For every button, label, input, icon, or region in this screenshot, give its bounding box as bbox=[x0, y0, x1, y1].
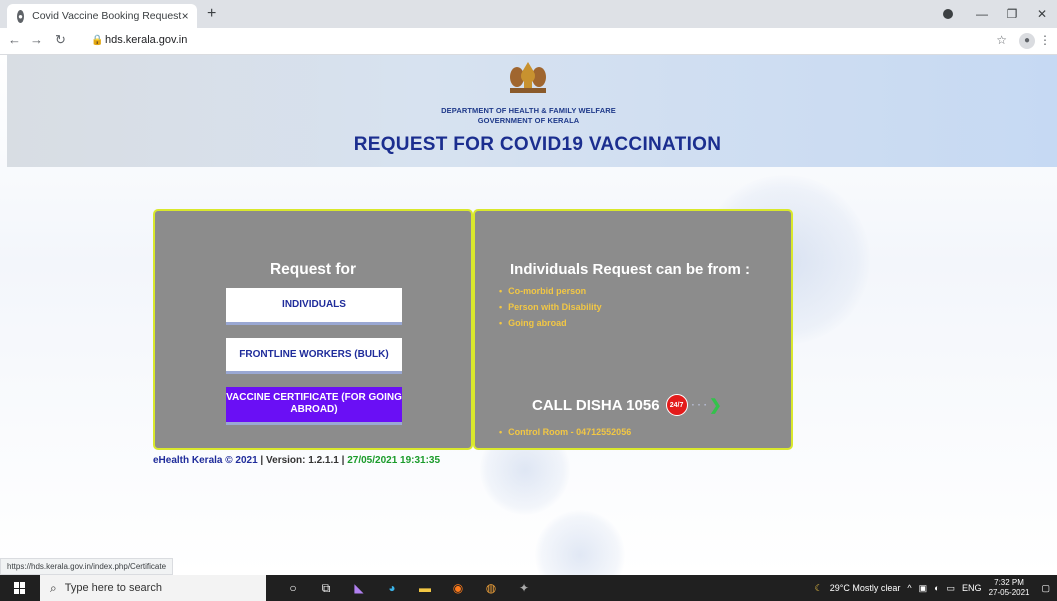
forward-arrow-icon[interactable]: → bbox=[30, 32, 43, 47]
call-disha-link[interactable]: CALL DISHA 1056 24/7 · · · ❯ bbox=[532, 394, 722, 416]
minimize-button[interactable]: — bbox=[967, 7, 997, 21]
record-icon[interactable] bbox=[943, 9, 953, 19]
page-footer: eHealth Kerala © 2021 | Version: 1.2.1.1… bbox=[153, 455, 440, 466]
kebab-menu-icon[interactable]: ⋮ bbox=[1039, 33, 1051, 47]
profile-avatar-icon[interactable]: ● bbox=[1019, 33, 1035, 49]
virus-decoration bbox=[535, 510, 625, 575]
taskbar-search-input[interactable]: ⌕ Type here to search bbox=[40, 575, 266, 601]
taskbar-clock[interactable]: 7:32 PM 27-05-2021 bbox=[989, 578, 1030, 598]
settings-icon[interactable]: ✦ bbox=[513, 578, 535, 598]
new-tab-button[interactable]: + bbox=[207, 5, 216, 23]
chevron-right-icon: ❯ bbox=[709, 397, 722, 414]
tab-title: Covid Vaccine Booking Request bbox=[32, 10, 182, 22]
footer-datetime: 27/05/2021 19:31:35 bbox=[347, 455, 441, 466]
battery-icon[interactable]: ▭ bbox=[947, 583, 956, 594]
dots-icon: · · · bbox=[691, 399, 708, 411]
eligibility-list: Co-morbid person Person with Disability … bbox=[499, 286, 602, 334]
chrome-icon[interactable]: ◍ bbox=[480, 578, 502, 598]
weather-text[interactable]: 29°C Mostly clear bbox=[830, 583, 901, 593]
window-controls: — ❐ ✕ bbox=[943, 0, 1057, 28]
maximize-button[interactable]: ❐ bbox=[997, 7, 1027, 21]
windows-start-icon[interactable] bbox=[14, 582, 26, 594]
tab-close-button[interactable]: × bbox=[181, 9, 189, 23]
government-name: GOVERNMENT OF KERALA bbox=[477, 116, 580, 125]
request-for-heading: Request for bbox=[269, 261, 357, 278]
cortana-icon[interactable]: ○ bbox=[282, 578, 304, 598]
clock-time: 7:32 PM bbox=[994, 578, 1024, 587]
control-room-number: Control Room - 04712552056 bbox=[499, 427, 631, 437]
list-item: Going abroad bbox=[499, 318, 602, 334]
lock-icon[interactable]: 🔒 bbox=[91, 35, 103, 46]
vaccine-certificate-button[interactable]: VACCINE CERTIFICATE (FOR GOING ABROAD) bbox=[226, 387, 402, 425]
footer-version: Version: 1.2.1.1 bbox=[266, 455, 339, 466]
language-indicator[interactable]: ENG bbox=[962, 583, 982, 593]
reload-icon[interactable]: ↻ bbox=[55, 32, 66, 48]
frontline-workers-button[interactable]: FRONTLINE WORKERS (BULK) bbox=[226, 338, 402, 374]
weather-icon[interactable]: ☾ bbox=[815, 583, 823, 594]
info-heading: Individuals Request can be from : bbox=[510, 261, 751, 278]
system-tray: ☾ 29°C Mostly clear ^ ▣ ◐ ▭ ENG 7:32 PM … bbox=[815, 575, 1057, 601]
info-panel: Individuals Request can be from : Co-mor… bbox=[473, 209, 793, 450]
list-item: Co-morbid person bbox=[499, 286, 602, 302]
back-arrow-icon[interactable]: ← bbox=[8, 32, 21, 47]
edge-icon[interactable]: ◕ bbox=[381, 578, 403, 598]
visual-studio-icon[interactable]: ◣ bbox=[348, 578, 370, 598]
globe-icon: ● bbox=[17, 9, 25, 23]
search-placeholder: Type here to search bbox=[64, 582, 162, 594]
url-input[interactable]: hds.kerala.gov.in bbox=[105, 34, 187, 46]
task-view-icon[interactable]: ⧉ bbox=[315, 578, 337, 598]
browser-tab-bar: ● Covid Vaccine Booking Request × + — ❐ … bbox=[0, 0, 1057, 28]
firefox-icon[interactable]: ◉ bbox=[447, 578, 469, 598]
footer-brand: eHealth Kerala © 2021 bbox=[153, 455, 258, 466]
volume-icon[interactable]: ◐ bbox=[934, 583, 939, 593]
search-icon: ⌕ bbox=[50, 580, 57, 595]
windows-taskbar: ⌕ Type here to search ○ ⧉ ◣ ◕ ▬ ◉ ◍ ✦ ☾ … bbox=[0, 575, 1057, 601]
call-disha-text: CALL DISHA 1056 bbox=[532, 396, 660, 414]
chevron-up-icon[interactable]: ^ bbox=[907, 583, 911, 593]
request-for-panel: Request for INDIVIDUALS FRONTLINE WORKER… bbox=[153, 209, 473, 450]
network-icon[interactable]: ▣ bbox=[919, 583, 928, 594]
close-window-button[interactable]: ✕ bbox=[1027, 7, 1057, 21]
kerala-emblem-icon bbox=[510, 62, 546, 93]
status-bar-url: https://hds.kerala.gov.in/index.php/Cert… bbox=[0, 558, 174, 575]
browser-tab[interactable]: ● Covid Vaccine Booking Request × bbox=[7, 4, 197, 28]
address-bar: ← → ↻ 🔒 hds.kerala.gov.in ☆ ● ⋮ bbox=[0, 28, 1057, 55]
clock-date: 27-05-2021 bbox=[988, 588, 1030, 597]
24-7-badge-icon: 24/7 bbox=[665, 394, 688, 416]
page-title: REQUEST FOR COVID19 VACCINATION bbox=[353, 134, 722, 155]
page-content: DEPARTMENT OF HEALTH & FAMILY WELFARE GO… bbox=[0, 55, 1057, 575]
notification-icon[interactable]: ▢ bbox=[1041, 583, 1050, 594]
department-name: DEPARTMENT OF HEALTH & FAMILY WELFARE bbox=[441, 106, 616, 115]
individuals-button[interactable]: INDIVIDUALS bbox=[226, 288, 402, 325]
footer-separator: | bbox=[257, 455, 267, 466]
bookmark-star-icon[interactable]: ☆ bbox=[996, 33, 1007, 47]
file-explorer-icon[interactable]: ▬ bbox=[414, 578, 436, 598]
footer-separator: | bbox=[338, 455, 348, 466]
list-item: Person with Disability bbox=[499, 302, 602, 318]
taskbar-apps: ○ ⧉ ◣ ◕ ▬ ◉ ◍ ✦ bbox=[282, 578, 535, 598]
